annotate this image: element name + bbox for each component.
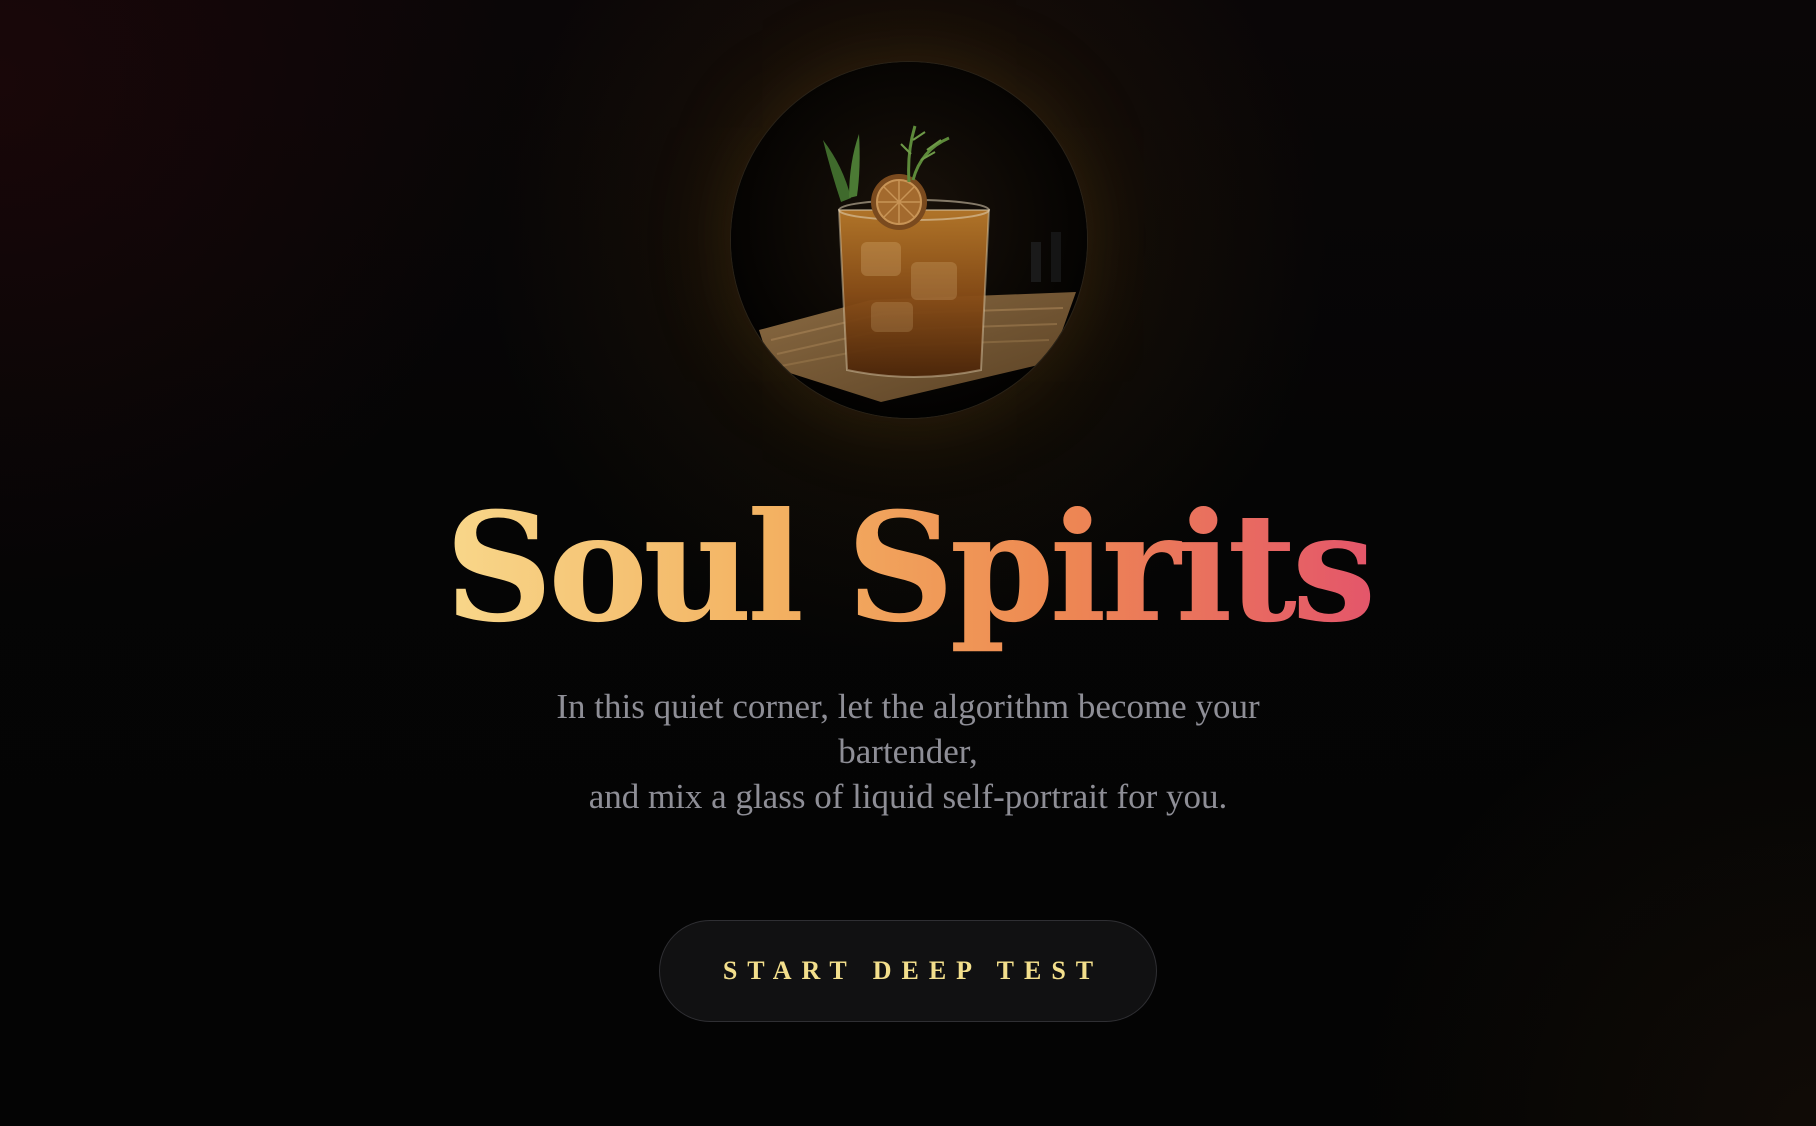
page-title: Soul Spirits <box>0 478 1816 658</box>
cocktail-image <box>730 61 1088 419</box>
start-deep-test-button[interactable]: START DEEP TEST <box>659 920 1157 1022</box>
subtitle-line-1: In this quiet corner, let the algorithm … <box>556 687 1260 726</box>
page-subtitle: In this quiet corner, let the algorithm … <box>508 684 1308 819</box>
cocktail-illustration <box>731 62 1087 418</box>
subtitle-line-3: and mix a glass of liquid self-portrait … <box>588 777 1228 816</box>
subtitle-line-2: bartender, <box>838 732 978 771</box>
start-deep-test-label: START DEEP TEST <box>722 956 1104 985</box>
landing-page: Soul Spirits In this quiet corner, let t… <box>0 0 1816 1126</box>
page-title-text: Soul Spirits <box>444 480 1377 656</box>
